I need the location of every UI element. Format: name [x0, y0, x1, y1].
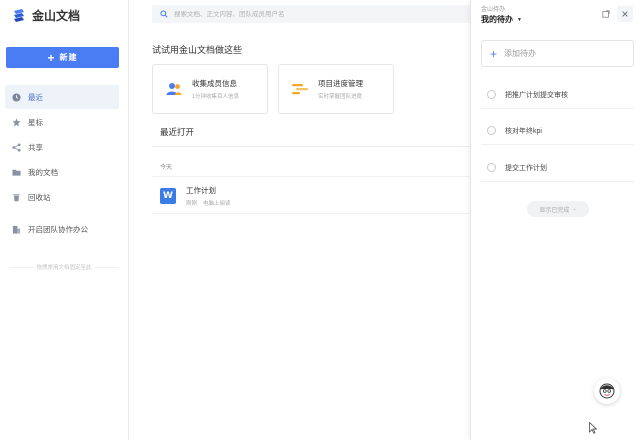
recent-title: 最近打开: [160, 127, 195, 137]
card-subtitle: 实时掌握团队进度: [318, 94, 363, 100]
card-title: 项目进度管理: [318, 79, 363, 88]
show-completed-button[interactable]: 显示已完成 ⌄: [527, 201, 589, 217]
kdocs-logo-icon: [14, 9, 24, 22]
sidebar-item-my-docs[interactable]: 我的文档: [0, 160, 129, 184]
sidebar-item-label: 回收站: [28, 192, 51, 202]
todo-list-title: 我的待办: [481, 15, 513, 24]
popout-button[interactable]: [598, 6, 614, 22]
todo-item[interactable]: 提交工作计划: [481, 154, 634, 182]
app-name: 金山文档: [32, 9, 81, 23]
file-row[interactable]: W 工作计划 刚刚 电脑上阅读: [160, 185, 231, 207]
add-todo-label: 添加待办: [504, 49, 537, 58]
divider-line: [10, 266, 34, 268]
building-icon: [12, 225, 21, 234]
pinned-hint: 拖拽常用文档固定至此: [36, 265, 92, 271]
add-todo-button[interactable]: + 添加待办: [481, 40, 634, 67]
app-logo[interactable]: 金山文档: [12, 7, 80, 24]
trash-icon: [13, 193, 20, 201]
todo-text: 核对年终kpi: [505, 127, 542, 135]
chevron-down-icon: ⌄: [572, 206, 577, 212]
todo-checkbox[interactable]: [487, 126, 496, 135]
todo-list-selector[interactable]: 我的待办 ▼: [481, 14, 522, 25]
panel-actions: [598, 6, 633, 22]
folder-icon: [12, 169, 21, 176]
team-collab-label: 开启团队协作办公: [28, 225, 88, 234]
sidebar-item-label: 最近: [28, 92, 43, 102]
card-progress-mgmt[interactable]: 项目进度管理 实时掌握团队进度: [278, 64, 394, 114]
todo-item[interactable]: 把推广计划提交审核: [481, 81, 634, 109]
sidebar-item-shared[interactable]: 共享: [0, 135, 129, 159]
team-collab-link[interactable]: 开启团队协作办公: [12, 224, 88, 235]
word-doc-icon: W: [160, 188, 176, 204]
card-subtitle: 1分钟收集百人信息: [192, 94, 240, 100]
mouse-cursor-icon: [589, 422, 597, 434]
card-title: 收集成员信息: [192, 79, 237, 88]
star-icon: [12, 117, 21, 126]
todo-text: 把推广计划提交审核: [505, 91, 568, 99]
todo-app-label: 金山待办: [481, 7, 506, 13]
file-source: 电脑上阅读: [203, 201, 231, 207]
plus-icon: +: [490, 46, 498, 61]
app-window: 金山文档 + 新建 最近 星标 共享 我的文档 回收站 开启团队协作办公 拖拽常…: [0, 0, 640, 440]
file-name: 工作计划: [186, 186, 216, 195]
progress-icon: [292, 84, 308, 95]
people-icon: [166, 83, 182, 95]
group-label-today: 今天: [160, 165, 173, 171]
sidebar-item-starred[interactable]: 星标: [0, 110, 129, 134]
file-meta: 刚刚 电脑上阅读: [186, 199, 231, 207]
divider: [152, 146, 470, 147]
card-collect-info[interactable]: 收集成员信息 1分钟收集百人信息: [152, 64, 268, 114]
clock-icon: [12, 92, 21, 102]
divider: [152, 213, 470, 214]
close-icon: [622, 11, 628, 17]
new-button[interactable]: + 新建: [6, 47, 119, 68]
todo-checkbox[interactable]: [487, 163, 496, 172]
sidebar-nav: 最近 星标 共享 我的文档 回收站: [0, 85, 129, 210]
search-input[interactable]: [174, 10, 424, 18]
show-completed-label: 显示已完成: [539, 207, 570, 214]
popout-icon: [602, 10, 610, 18]
divider: [152, 176, 470, 177]
sidebar-item-label: 共享: [28, 142, 43, 152]
try-section-title: 试试用金山文档做这些: [152, 45, 243, 55]
sidebar-item-label: 我的文档: [28, 167, 58, 177]
file-time: 刚刚: [186, 201, 198, 207]
sidebar: 金山文档 + 新建 最近 星标 共享 我的文档 回收站 开启团队协作办公 拖拽常…: [0, 0, 129, 440]
todo-item[interactable]: 核对年终kpi: [481, 117, 634, 145]
assistant-mascot-icon: [599, 383, 615, 399]
todo-checkbox[interactable]: [487, 90, 496, 99]
close-button[interactable]: [617, 6, 633, 22]
share-icon: [12, 142, 21, 152]
sidebar-item-recent[interactable]: 最近: [5, 85, 119, 109]
plus-icon: +: [47, 50, 56, 65]
todo-text: 提交工作计划: [505, 164, 547, 172]
assistant-avatar-button[interactable]: [594, 378, 620, 404]
new-button-label: 新建: [59, 53, 78, 62]
search-bar[interactable]: [152, 5, 470, 23]
todo-panel: 金山待办 我的待办 ▼ + 添加待办 把推广计划提交审核 核对年终kpi 提交工…: [470, 0, 640, 440]
pinned-drop-zone: 拖拽常用文档固定至此: [10, 263, 119, 271]
sidebar-item-label: 星标: [28, 117, 43, 127]
caret-down-icon: ▼: [517, 16, 522, 23]
search-icon: [160, 10, 168, 18]
sidebar-item-trash[interactable]: 回收站: [0, 185, 129, 209]
divider-line: [94, 266, 119, 268]
